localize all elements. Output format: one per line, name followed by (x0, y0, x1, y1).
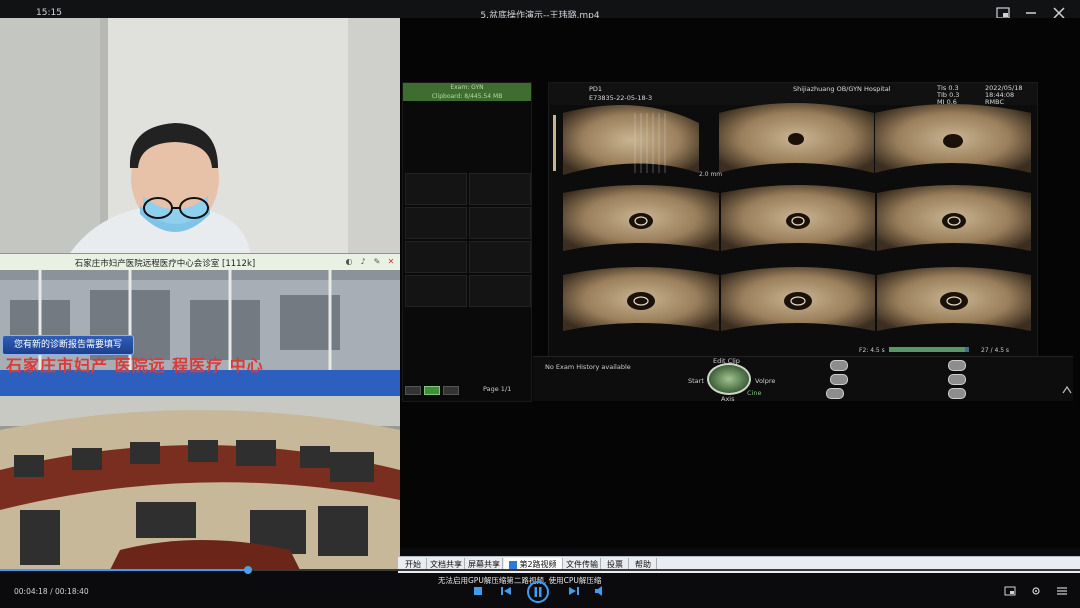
clipboard-thumbnail[interactable] (469, 173, 531, 205)
clipboard-thumbnail[interactable] (469, 275, 531, 307)
play-pause-icon[interactable] (526, 580, 550, 604)
caption-close-button[interactable]: ✕ (386, 257, 396, 267)
clipboard-thumbnail[interactable] (469, 241, 531, 273)
page-nav-button[interactable] (424, 386, 440, 395)
page-nav-button[interactable] (443, 386, 459, 395)
ultrasound-control-panel: No Exam History available Edit Clip Star… (533, 356, 1073, 403)
control-button[interactable] (830, 374, 848, 385)
volume-icon[interactable] (594, 585, 606, 597)
caption-settings-button[interactable]: ✎ (372, 257, 382, 267)
clipboard-thumbnail[interactable] (405, 207, 467, 239)
page-nav-buttons (405, 386, 465, 395)
ultrasound-slices (553, 103, 1031, 352)
exam-type-label: Exam: GYN (450, 84, 484, 91)
cine-start-time: F2: 4.5 s (859, 347, 885, 354)
start-label: Start (688, 377, 704, 385)
control-button[interactable] (948, 374, 966, 385)
clipboard-header: Exam: GYN Clipboard: 8/445.54 MB (403, 83, 531, 101)
caption-mute-button[interactable]: ♪ (358, 257, 368, 267)
control-button[interactable] (948, 360, 966, 371)
next-icon[interactable] (568, 585, 580, 597)
doctor-video-image (0, 18, 400, 253)
conference-room-image (0, 270, 400, 570)
playlist-icon[interactable] (1056, 585, 1068, 597)
cine-label: Cine (747, 389, 762, 397)
playback-progress-handle[interactable] (244, 566, 253, 574)
scroll-up-icon[interactable] (1062, 385, 1072, 395)
clipboard-size-label: Clipboard: 8/445.54 MB (431, 93, 503, 100)
previous-icon[interactable] (500, 585, 512, 597)
clipboard-thumbnail[interactable] (405, 173, 467, 205)
clipboard-thumbnail[interactable] (405, 275, 467, 307)
diagnosis-report-notification[interactable]: 您有新的诊断报告需要填写 (2, 335, 134, 355)
conference-room-camera-feed: 石家庄市妇产 医院远 程医疗 中心 (0, 270, 400, 570)
stop-icon[interactable] (472, 585, 484, 597)
time-current: 00:04:18 (14, 587, 48, 596)
video-tab-icon (509, 560, 518, 569)
video-caption-text: 石家庄市妇产医院远程医疗中心会诊室 [1112k] (74, 259, 256, 269)
clipboard-thumbnail[interactable] (469, 207, 531, 239)
control-button[interactable] (948, 388, 966, 399)
doctor-camera-feed (0, 18, 400, 253)
tab-second-video-label: 第2路视频 (519, 560, 557, 569)
control-button[interactable] (830, 360, 848, 371)
exam-history-label: No Exam History available (545, 363, 631, 371)
room-sign-text: 石家庄市妇产 医院远 程医疗 中心 (6, 356, 264, 375)
axis-label: Axis (721, 395, 735, 403)
page-nav-button[interactable] (405, 386, 421, 395)
screenshot-icon[interactable] (1004, 585, 1016, 597)
playback-progress-fill (0, 569, 249, 571)
slice-grid (553, 103, 1031, 331)
page-indicator: Page 1/1 (483, 385, 512, 393)
settings-icon[interactable] (1030, 585, 1042, 597)
caption-zoom-button[interactable]: ◐ (344, 257, 354, 267)
volpre-label: Volpre (755, 377, 776, 385)
left-video-column: 石家庄市妇产医院远程医疗中心会诊室 [1112k] ◐ ♪ ✎ ✕ 石家庄市妇产… (0, 18, 400, 570)
cine-total-time: 27 / 4.5 s (981, 347, 1010, 354)
playback-time: 00:04:18 / 00:18:40 (14, 587, 89, 596)
ultrasound-tomographic-view: PD1 E73835-22-05-18-3 Shijiazhuang OB/GY… (548, 82, 1038, 358)
clipboard-thumbnail[interactable] (405, 241, 467, 273)
control-button[interactable] (826, 388, 844, 399)
cine-control-knob[interactable] (707, 363, 751, 395)
ultrasound-clipboard-panel: Exam: GYN Clipboard: 8/445.54 MB Page 1/… (402, 82, 532, 402)
time-total: 00:18:40 (54, 587, 89, 596)
